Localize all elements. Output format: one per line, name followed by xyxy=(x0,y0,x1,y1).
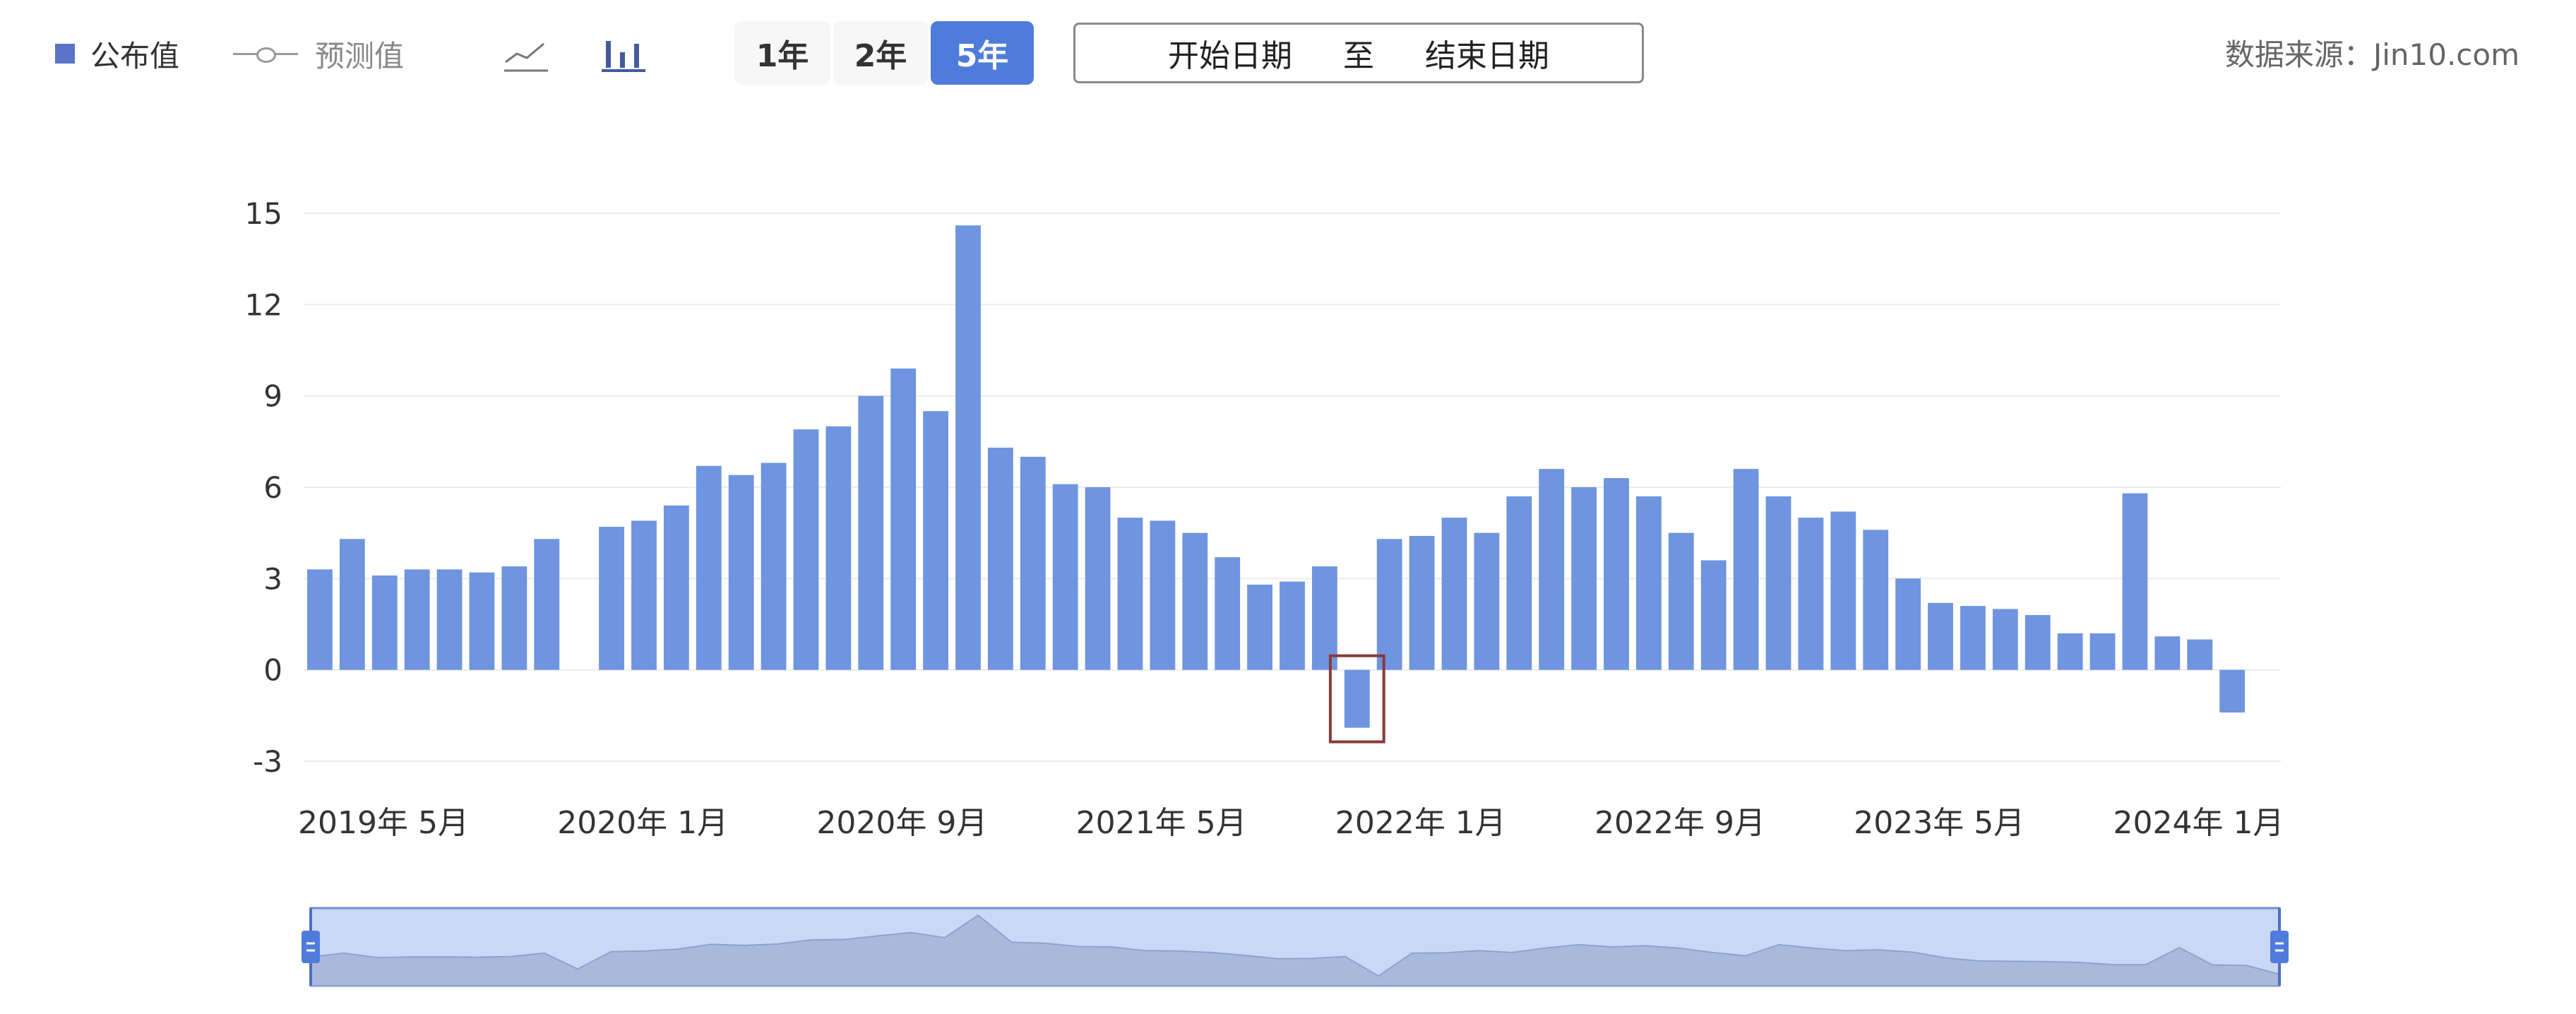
bar xyxy=(371,575,398,670)
bar xyxy=(1960,606,1986,670)
x-tick-label: 2023年 5月 xyxy=(1854,805,2025,841)
bar xyxy=(1182,532,1208,670)
bar xyxy=(1409,535,1435,670)
x-tick-label: 2024年 1月 xyxy=(2113,805,2284,841)
bar xyxy=(2122,493,2148,670)
bar-chart: -3 0 3 6 9 12 15 2019年 5月 2020年 1月 2020年 9月 2021年… xyxy=(245,196,2289,987)
end-date-field[interactable]: 结束日期 xyxy=(1425,30,1549,76)
bar xyxy=(696,465,722,670)
bar xyxy=(436,569,463,670)
bar xyxy=(1247,584,1272,670)
x-tick-label: 2022年 9月 xyxy=(1594,805,1765,841)
bar xyxy=(793,429,819,670)
y-axis-labels: -3 0 3 6 9 12 15 xyxy=(245,196,282,779)
x-tick-label: 2022年 1月 xyxy=(1335,805,1506,841)
bar xyxy=(1765,496,1791,670)
bar xyxy=(1474,532,1500,670)
bar xyxy=(1441,518,1467,670)
legend-published-swatch xyxy=(55,44,75,64)
zoom-left-handle[interactable] xyxy=(302,931,320,963)
bar xyxy=(1020,456,1046,670)
bar xyxy=(1506,496,1532,670)
grid-lines xyxy=(304,213,2281,762)
bar xyxy=(1863,530,1889,670)
bar xyxy=(339,539,365,670)
bar xyxy=(1344,669,1370,728)
y-tick-label: 3 xyxy=(263,561,282,596)
bar xyxy=(1830,511,1856,670)
bar xyxy=(955,225,981,670)
y-tick-label: 0 xyxy=(263,653,282,688)
bar xyxy=(1376,539,1402,670)
chart-toolbar: 公布值 预测值 1年 2年 5年 开始日期 至 结束日期 数据来源：Jin10.… xyxy=(0,0,2576,113)
y-tick-label: 15 xyxy=(245,196,282,231)
x-tick-label: 2020年 9月 xyxy=(816,805,987,841)
line-chart-icon[interactable] xyxy=(503,31,549,75)
bar xyxy=(2057,633,2083,670)
bar xyxy=(1733,469,1759,670)
bar xyxy=(1150,520,1176,670)
bar xyxy=(2025,615,2051,670)
bar xyxy=(1668,532,1694,670)
bar xyxy=(1992,609,2018,670)
bar xyxy=(663,505,689,670)
legend-forecast-label: 预测值 xyxy=(315,38,405,73)
bar xyxy=(1798,518,1824,670)
bar xyxy=(728,475,754,670)
x-tick-label: 2020年 1月 xyxy=(557,805,728,841)
bars xyxy=(307,225,2246,728)
y-tick-label: 9 xyxy=(263,379,282,414)
start-date-field[interactable]: 开始日期 xyxy=(1168,30,1292,76)
bar xyxy=(1539,469,1565,670)
bar xyxy=(923,411,948,670)
bar xyxy=(987,447,1013,670)
legend-forecast-line-icon xyxy=(233,44,298,64)
bar xyxy=(2154,636,2181,670)
y-tick-label: 12 xyxy=(245,287,282,322)
bar xyxy=(761,463,787,670)
date-range-picker[interactable]: 开始日期 至 结束日期 xyxy=(1073,23,1644,83)
bar xyxy=(599,527,624,670)
range-button-5y[interactable]: 5年 xyxy=(931,21,1034,85)
bar xyxy=(1700,560,1727,670)
bar-chart-icon[interactable] xyxy=(600,31,647,75)
bar xyxy=(631,520,657,670)
y-tick-label: 6 xyxy=(263,470,282,505)
bar xyxy=(1215,557,1241,670)
bar xyxy=(2089,633,2116,670)
bar xyxy=(1571,487,1597,670)
bar xyxy=(890,368,917,670)
legend-published[interactable]: 公布值 xyxy=(55,28,179,79)
bar xyxy=(1085,487,1111,670)
data-source: 数据来源：Jin10.com xyxy=(2224,37,2520,72)
legend-published-label: 公布值 xyxy=(90,38,180,73)
date-range-separator: 至 xyxy=(1343,38,1374,74)
bar xyxy=(825,426,852,670)
x-tick-label: 2021年 5月 xyxy=(1076,805,1247,841)
bar xyxy=(1895,578,1921,670)
bar xyxy=(1604,478,1629,670)
y-tick-label: -3 xyxy=(253,744,282,779)
bar xyxy=(469,572,495,670)
bar xyxy=(1928,602,1953,670)
range-button-2y[interactable]: 2年 xyxy=(833,21,928,85)
bar xyxy=(404,569,430,670)
x-tick-label: 2019年 5月 xyxy=(298,805,469,841)
bar xyxy=(1280,581,1305,670)
bar xyxy=(1636,496,1662,670)
bar xyxy=(2187,639,2213,670)
bar xyxy=(307,569,333,670)
bar xyxy=(2219,669,2246,713)
zoom-slider[interactable] xyxy=(302,907,2289,987)
zoom-right-handle[interactable] xyxy=(2270,931,2289,963)
x-axis-labels: 2019年 5月 2020年 1月 2020年 9月 2021年 5月 2022年 1月… xyxy=(298,805,2284,841)
bar xyxy=(1117,518,1143,670)
range-button-1y[interactable]: 1年 xyxy=(734,21,830,85)
legend-forecast[interactable]: 预测值 xyxy=(233,28,404,79)
bar xyxy=(1052,484,1078,670)
bar xyxy=(501,566,527,670)
bar xyxy=(534,539,560,670)
bar xyxy=(858,395,884,670)
